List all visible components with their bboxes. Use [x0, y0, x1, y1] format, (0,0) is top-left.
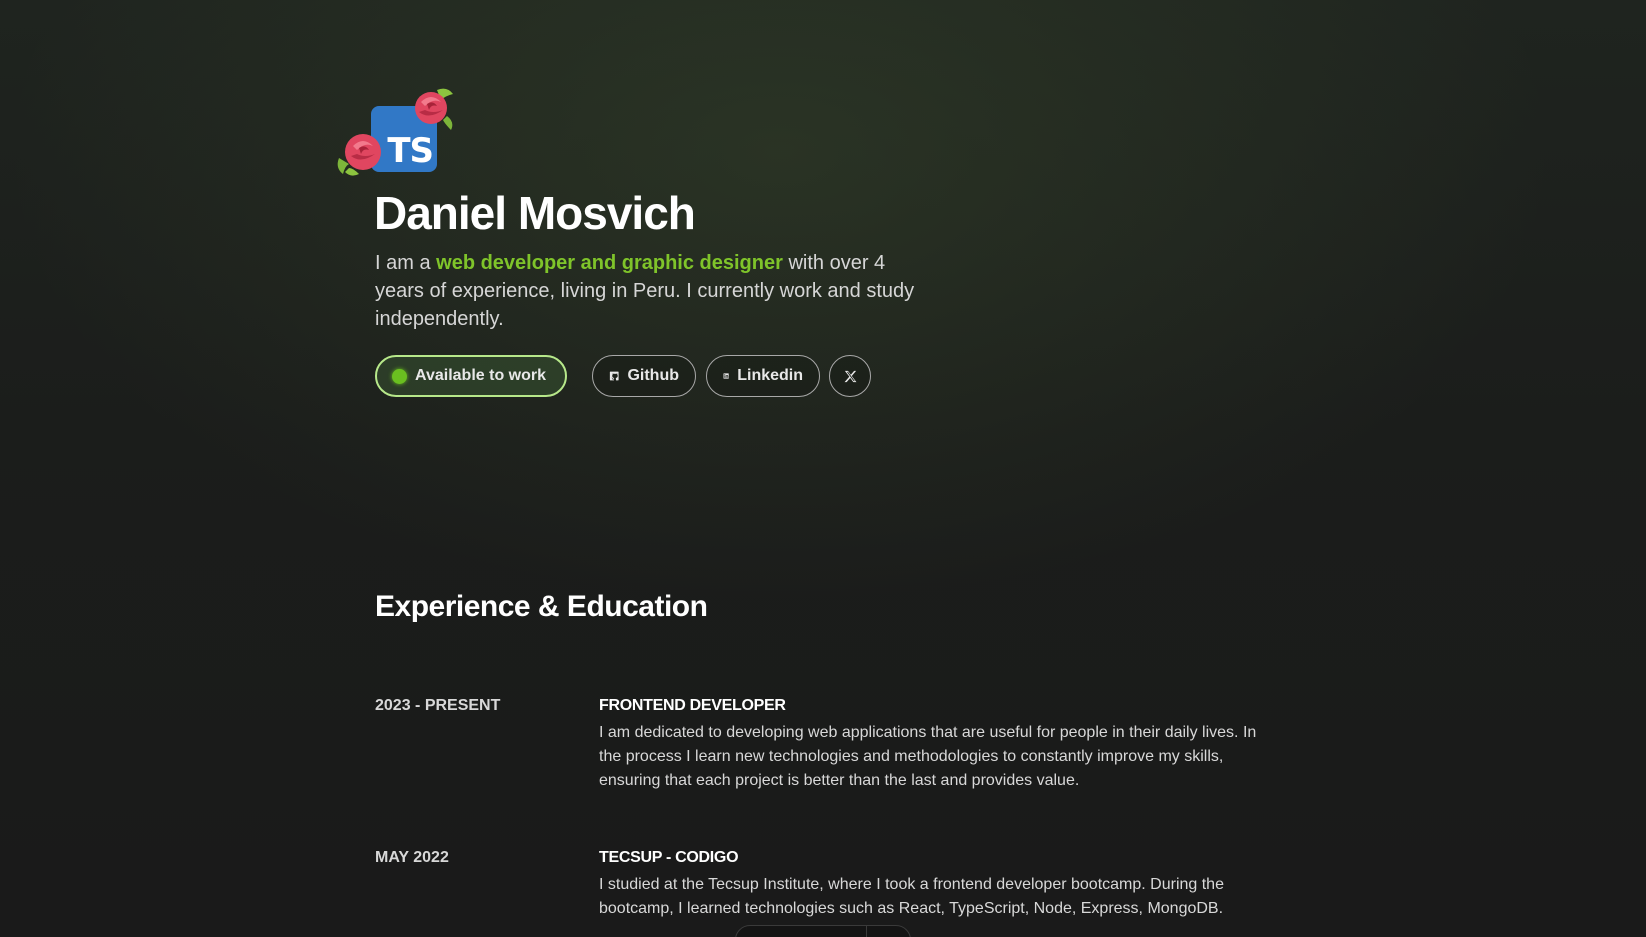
github-icon — [609, 371, 619, 381]
portfolio-page: TS Daniel Mosvich I am a web developer a… — [0, 0, 1646, 937]
social-links: Available to work Github Linkedin — [375, 355, 871, 397]
linkedin-icon — [723, 373, 729, 379]
timeline-role: FRONTEND DEVELOPER — [599, 697, 786, 714]
bio-text-start: I am a — [375, 252, 437, 274]
rose-icon — [337, 134, 381, 176]
rose-icon — [415, 88, 453, 130]
timeline-date: MAY 2022 — [375, 849, 449, 866]
nav-divider — [866, 926, 867, 937]
profile-name: Daniel Mosvich — [374, 187, 696, 239]
x-icon — [844, 370, 856, 382]
linkedin-label: Linkedin — [737, 367, 803, 384]
timeline-description: I studied at the Tecsup Institute, where… — [599, 876, 1224, 917]
x-link[interactable] — [829, 355, 871, 397]
section-title: Experience & Education — [375, 590, 708, 623]
avatar: TS — [335, 86, 455, 181]
available-label: Available to work — [415, 367, 546, 384]
timeline-role: TECSUP - CODIGO — [599, 849, 739, 866]
timeline-date: 2023 - PRESENT — [375, 697, 501, 714]
github-label: Github — [627, 367, 679, 384]
available-to-work-badge[interactable]: Available to work — [375, 355, 567, 397]
profile-bio: I am a web developer and graphic designe… — [375, 249, 915, 333]
bio-highlight: web developer and graphic designer — [436, 252, 783, 274]
github-link[interactable]: Github — [592, 355, 696, 397]
status-dot-icon — [392, 368, 407, 384]
linkedin-link[interactable]: Linkedin — [706, 355, 820, 397]
timeline-description: I am dedicated to developing web applica… — [599, 724, 1257, 789]
floating-nav-bar[interactable] — [735, 925, 911, 937]
